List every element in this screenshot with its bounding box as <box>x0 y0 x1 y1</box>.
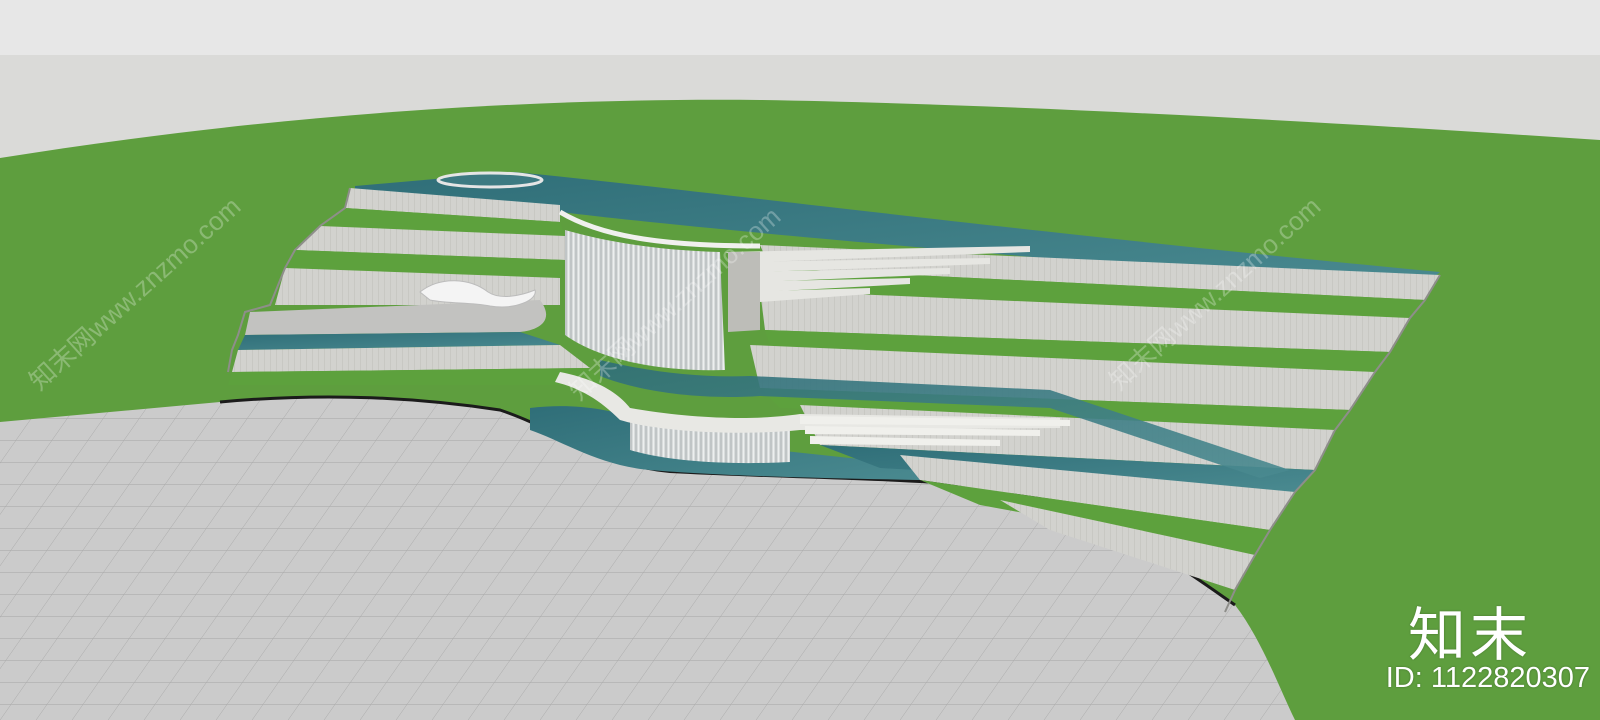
watermark-logo: 知末 <box>1407 601 1532 669</box>
watermark-id: ID: 1122820307 <box>1385 662 1590 694</box>
sky-band <box>0 0 1600 55</box>
landscape-model-scene <box>0 0 1600 720</box>
fountain-ring <box>436 171 544 189</box>
